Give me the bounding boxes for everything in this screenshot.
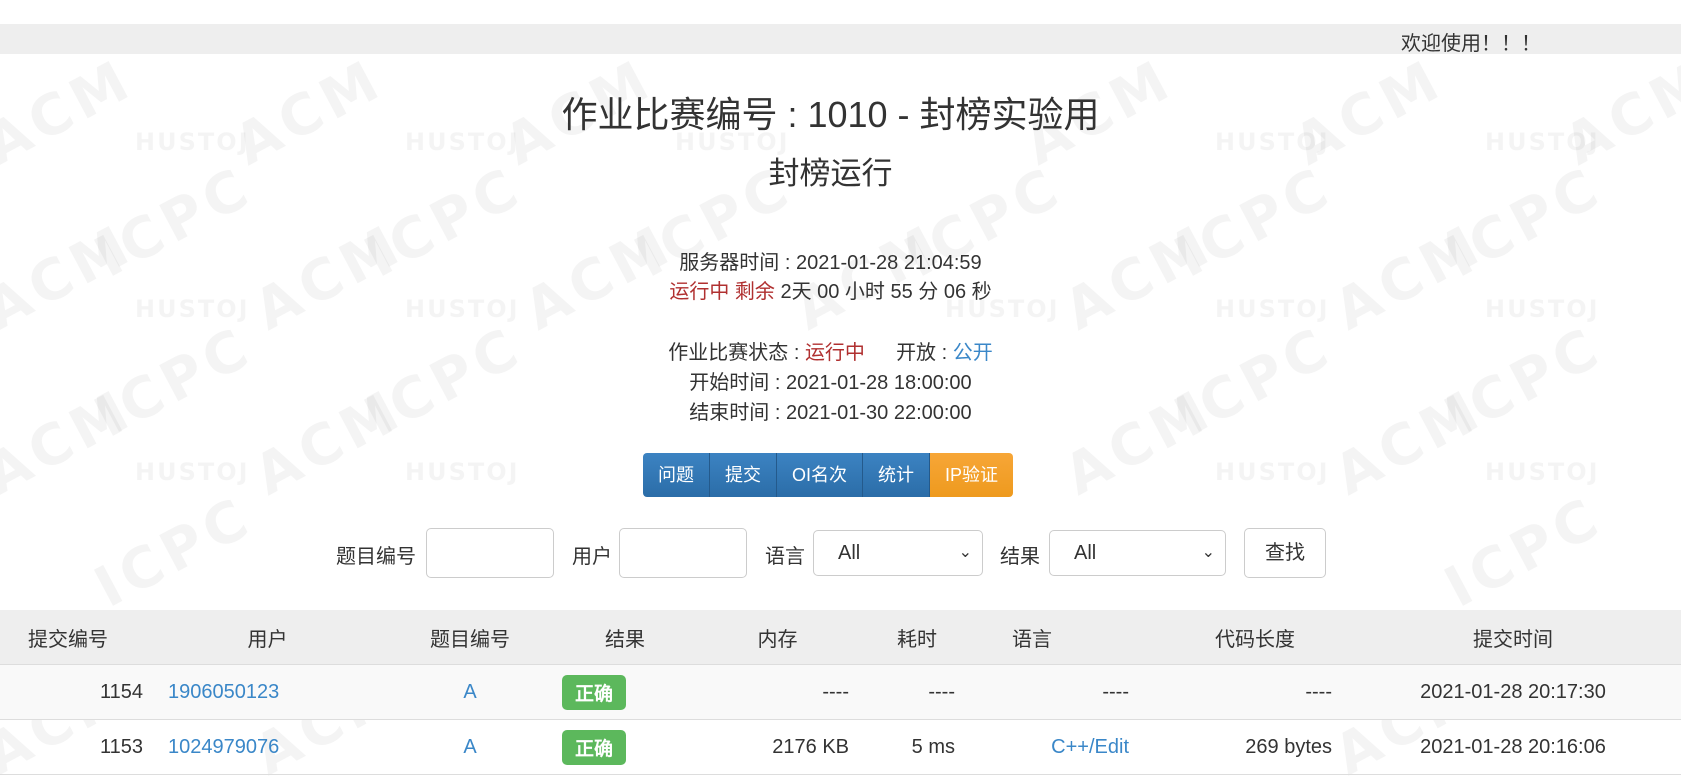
oi-ranking-button[interactable]: OI名次 — [777, 453, 864, 497]
user-link[interactable]: 1024979076 — [168, 736, 279, 758]
running-remaining-label: 运行中 剩余 — [669, 281, 775, 303]
column-header-language: 语言 — [965, 610, 1165, 665]
language-select-value: All — [838, 542, 861, 564]
problems-button[interactable]: 问题 — [643, 453, 710, 497]
open-value: 公开 — [952, 342, 993, 364]
server-time-value: 2021-01-28 21:04:59 — [795, 252, 982, 274]
column-header-memory: 内存 — [700, 610, 855, 665]
column-header-code-length: 代码长度 — [1165, 610, 1345, 665]
result-select[interactable]: All ⌄ — [1049, 530, 1226, 576]
problem-link[interactable]: A — [463, 681, 476, 703]
statistics-button[interactable]: 统计 — [863, 453, 931, 497]
memory-cell: 2176 KB — [700, 719, 855, 775]
table-row: 1153 1024979076 A 正确 2176 KB 5 ms C++/Ed… — [0, 719, 1681, 775]
server-time-label: 服务器时间 : — [679, 252, 796, 274]
contest-nav-buttons: 问题 提交 OI名次 统计 IP验证 — [643, 453, 1014, 497]
column-header-problem-id: 题目编号 — [380, 610, 560, 665]
problem-id-input[interactable] — [426, 528, 554, 578]
page-title: 作业比赛编号 : 1010 - 封榜实验用 — [561, 94, 1100, 135]
submission-id: 1153 — [0, 719, 155, 775]
problem-cell: A — [380, 664, 560, 720]
problem-link[interactable]: A — [463, 736, 476, 758]
memory-cell: ---- — [700, 664, 855, 720]
welcome-text: 欢迎使用！！！ — [1401, 33, 1541, 55]
result-cell: 正确 — [560, 664, 700, 720]
remaining-line: 运行中 剩余 2天 00 小时 55 分 06 秒 — [0, 275, 1661, 304]
top-bar: 欢迎使用！！！ — [0, 24, 1681, 55]
table-header-row: 提交编号 用户 题目编号 结果 内存 耗时 语言 代码长度 提交时间 — [0, 610, 1681, 665]
result-cell: 正确 — [560, 719, 700, 775]
user-cell: 1024979076 — [155, 719, 380, 775]
result-label: 结果 — [1000, 546, 1040, 568]
ip-verify-button[interactable]: IP验证 — [930, 453, 1014, 497]
column-header-result: 结果 — [560, 610, 700, 665]
filter-form: 题目编号 用户 语言 All ⌄ 结果 All ⌄ 查找 — [0, 528, 1681, 580]
submit-time-cell: 2021-01-28 20:17:30 — [1345, 664, 1681, 720]
problem-cell: A — [380, 719, 560, 775]
code-length-cell: 269 bytes — [1165, 719, 1345, 775]
column-header-submit-time: 提交时间 — [1345, 610, 1681, 665]
status-value: 运行中 — [804, 342, 865, 364]
table-row: 1154 1906050123 A 正确 ---- ---- ---- ----… — [0, 664, 1681, 720]
time-cell: ---- — [855, 664, 965, 720]
result-badge: 正确 — [562, 729, 627, 765]
chevron-down-icon: ⌄ — [958, 544, 972, 561]
user-input[interactable] — [619, 528, 747, 578]
language-label: 语言 — [765, 546, 805, 568]
problem-id-label: 题目编号 — [336, 546, 416, 568]
status-line: 作业比赛状态 : 运行中 开放 : 公开 — [0, 336, 1661, 365]
time-cell: 5 ms — [855, 719, 965, 775]
status-label: 作业比赛状态 : — [668, 342, 805, 364]
code-length-cell: ---- — [1165, 664, 1345, 720]
column-header-user: 用户 — [155, 610, 380, 665]
submission-id: 1154 — [0, 664, 155, 720]
column-header-submission-id: 提交编号 — [0, 610, 155, 665]
result-badge: 正确 — [562, 674, 627, 710]
remaining-time-value: 2天 00 小时 55 分 06 秒 — [774, 281, 992, 303]
language-select[interactable]: All ⌄ — [813, 530, 983, 576]
language-cell: ---- — [965, 664, 1165, 720]
start-time: 开始时间 : 2021-01-28 18:00:00 — [689, 372, 972, 394]
end-time: 结束时间 : 2021-01-30 22:00:00 — [689, 402, 972, 424]
user-link[interactable]: 1906050123 — [168, 681, 279, 703]
submit-button[interactable]: 提交 — [710, 453, 777, 497]
result-select-value: All — [1074, 542, 1097, 564]
page-subtitle: 封榜运行 — [768, 156, 893, 191]
open-label: 开放 : — [896, 342, 953, 364]
language-edit-link[interactable]: C++/Edit — [1051, 736, 1129, 758]
chevron-down-icon: ⌄ — [1201, 544, 1215, 561]
search-button[interactable]: 查找 — [1244, 528, 1326, 578]
submit-time-cell: 2021-01-28 20:16:06 — [1345, 719, 1681, 775]
user-label: 用户 — [572, 546, 612, 568]
server-time-line: 服务器时间 : 2021-01-28 21:04:59 — [0, 246, 1661, 275]
user-cell: 1906050123 — [155, 664, 380, 720]
column-header-time: 耗时 — [855, 610, 965, 665]
submissions-table: 提交编号 用户 题目编号 结果 内存 耗时 语言 代码长度 提交时间 1154 … — [0, 610, 1681, 775]
language-cell: C++/Edit — [965, 719, 1165, 775]
